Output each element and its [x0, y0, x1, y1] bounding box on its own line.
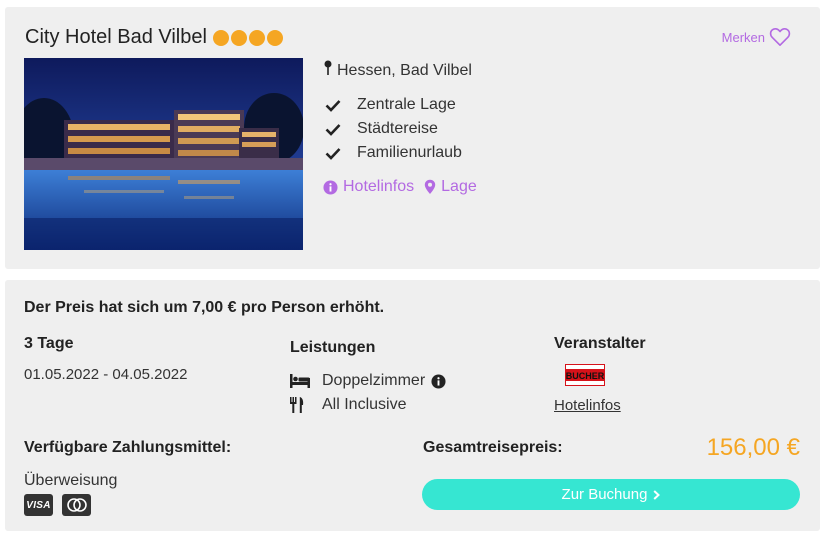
price-change-notice: Der Preis hat sich um 7,00 € pro Person …: [24, 299, 385, 316]
pin-icon: [323, 60, 333, 81]
lage-label: Lage: [441, 178, 477, 195]
feature-item: Städtereise: [323, 117, 477, 141]
merken-button[interactable]: Merken: [722, 27, 791, 47]
star-icon: [248, 29, 265, 46]
feature-list: Zentrale Lage Städtereise Familienurlaub: [323, 93, 477, 165]
check-icon: [323, 99, 343, 112]
feature-label: Familienurlaub: [357, 144, 462, 161]
room-row: Doppelzimmer: [290, 369, 446, 393]
lage-link[interactable]: Lage: [424, 178, 477, 196]
location: Hessen, Bad Vilbel: [323, 60, 477, 81]
veranstalter: Veranstalter BUCHER Hotelinfos: [554, 335, 646, 414]
bed-icon: [290, 374, 312, 388]
date-range: 01.05.2022 - 04.05.2022: [24, 366, 188, 383]
merken-label: Merken: [721, 29, 765, 45]
booking-label: Zur Buchung: [561, 486, 648, 503]
location-text: Hessen, Bad Vilbel: [337, 61, 472, 79]
feature-item: Familienurlaub: [323, 141, 477, 165]
chevron-right-icon: [653, 489, 661, 500]
total-price: 156,00 €: [706, 434, 800, 461]
hotel-links: Hotelinfos Lage: [323, 178, 477, 196]
hotelinfos-label: Hotelinfos: [343, 178, 415, 195]
visa-card-icon: VISA: [24, 494, 53, 516]
payment-cards: VISA: [24, 494, 91, 516]
star-icon: [230, 29, 247, 46]
bucher-logo-text: BUCHER: [566, 371, 605, 381]
total-label: Gesamtreisepreis:: [423, 439, 563, 456]
star-icon: [266, 29, 283, 46]
bucher-logo: BUCHER: [565, 364, 605, 386]
leistungen-list: Doppelzimmer All Inclusive: [290, 369, 446, 417]
payment-heading: Verfügbare Zahlungsmittel:: [24, 439, 232, 456]
hotel-card: City Hotel Bad Vilbel Merken Hessen, Bad…: [5, 7, 820, 269]
room-label: Doppelzimmer: [322, 372, 426, 389]
feature-item: Zentrale Lage: [323, 93, 477, 117]
leistungen-heading: Leistungen: [290, 339, 376, 356]
check-icon: [323, 123, 343, 136]
feature-label: Zentrale Lage: [357, 96, 456, 113]
offer-card: Der Preis hat sich um 7,00 € pro Person …: [5, 280, 820, 531]
hotel-title-row: City Hotel Bad Vilbel: [25, 26, 283, 49]
heart-icon: [769, 27, 791, 47]
info-icon: [323, 179, 338, 195]
check-icon: [323, 147, 343, 160]
info-icon[interactable]: [431, 373, 446, 389]
booking-button[interactable]: Zur Buchung: [422, 479, 800, 510]
visa-label: VISA: [26, 499, 51, 511]
veranstalter-heading: Veranstalter: [554, 335, 646, 352]
hotel-name[interactable]: City Hotel Bad Vilbel: [25, 26, 207, 49]
hotel-photo[interactable]: [24, 58, 303, 250]
leistungen: Leistungen Doppelzimmer All Inclusive: [290, 339, 446, 417]
board-label: All Inclusive: [322, 396, 407, 413]
star-rating: [212, 29, 283, 46]
star-icon: [212, 29, 229, 46]
veranstalter-hotelinfos-link[interactable]: Hotelinfos: [554, 397, 646, 414]
duration: 3 Tage: [24, 335, 74, 352]
board-row: All Inclusive: [290, 393, 446, 417]
cutlery-icon: [290, 397, 312, 413]
hotelinfos-link[interactable]: Hotelinfos: [323, 178, 414, 196]
mastercard-icon: [62, 494, 91, 516]
feature-label: Städtereise: [357, 120, 438, 137]
location-pin-icon: [424, 179, 436, 195]
payment-method: Überweisung: [24, 472, 118, 489]
hotel-details: Hessen, Bad Vilbel Zentrale Lage Städter…: [323, 60, 477, 196]
travel-dates: 3 Tage 01.05.2022 - 04.05.2022: [24, 335, 187, 383]
